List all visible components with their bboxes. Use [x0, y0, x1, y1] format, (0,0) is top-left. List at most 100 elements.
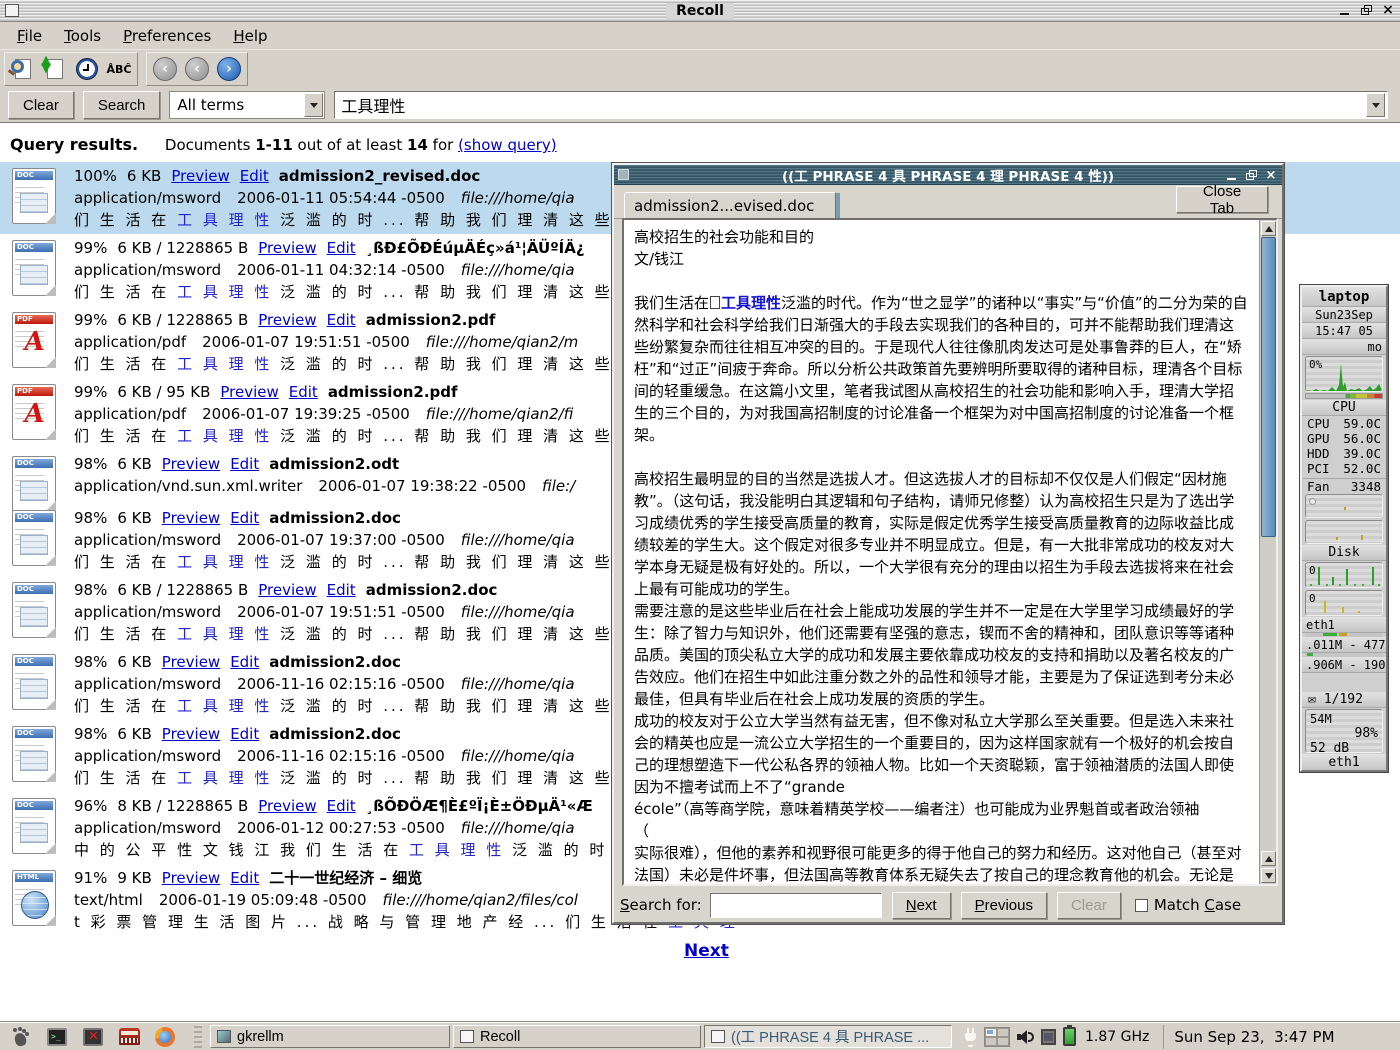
lock-screen-icon[interactable] [78, 1025, 108, 1049]
window-icon[interactable] [5, 4, 19, 17]
show-query-link[interactable]: (show query) [458, 136, 557, 154]
query-history-dropdown-icon[interactable] [1366, 93, 1385, 117]
edit-link[interactable]: Edit [327, 797, 356, 815]
next-page-icon[interactable]: › [214, 55, 244, 83]
close-button[interactable]: × [1380, 2, 1396, 18]
preview-link[interactable]: Preview [258, 239, 316, 257]
close-tab-button[interactable]: Close Tab [1176, 186, 1268, 213]
filetype-icon [12, 870, 56, 926]
minimize-button[interactable] [1336, 2, 1352, 18]
minimize-button[interactable] [1224, 168, 1238, 182]
next-page-link[interactable]: Next [684, 941, 729, 961]
filetype-icon [12, 312, 56, 368]
task-recoll[interactable]: Recoll [453, 1025, 701, 1048]
chevron-down-icon[interactable] [304, 93, 323, 117]
panel-handle[interactable] [194, 1026, 202, 1048]
cpu-monitor-icon[interactable] [1041, 1029, 1056, 1045]
temp-row: CPU59.0C [1302, 416, 1386, 431]
edit-link[interactable]: Edit [230, 455, 259, 473]
preview-link[interactable]: Preview [258, 581, 316, 599]
edit-link[interactable]: Edit [230, 725, 259, 743]
prev-page-icon[interactable]: ‹ [182, 55, 212, 83]
typewriter-icon[interactable] [114, 1025, 144, 1049]
preview-titlebar[interactable]: ((工 PHRASE 4 具 PHRASE 4 理 PHRASE 4 性)) × [614, 165, 1282, 185]
task-preview-window[interactable]: ((工 PHRASE 4 具 PHRASE ... [704, 1025, 952, 1048]
preview-scrollbar[interactable] [1259, 220, 1276, 884]
preview-window-title: ((工 PHRASE 4 具 PHRASE 4 理 PHRASE 4 性)) [782, 165, 1114, 185]
close-button[interactable]: × [1264, 168, 1278, 182]
disk-section-title: Disk [1302, 545, 1386, 561]
mem-battery-panel: 54M 98% 52 dB [1305, 709, 1383, 753]
edit-link[interactable]: Edit [230, 653, 259, 671]
battery-icon[interactable] [1063, 1027, 1076, 1046]
search-mode-select[interactable]: All terms [169, 91, 325, 119]
file-date: 2006-01-07 19:39:25 -0500 [202, 405, 410, 423]
edit-link[interactable]: Edit [230, 869, 259, 887]
file-url: file:///home/qia [461, 189, 575, 207]
filetype-icon [12, 510, 56, 566]
preview-link[interactable]: Preview [162, 653, 220, 671]
menu-help[interactable]: Help [224, 25, 276, 47]
document-history-icon[interactable] [72, 55, 102, 83]
match-case-checkbox[interactable] [1135, 899, 1148, 912]
preview-link[interactable]: Preview [220, 383, 278, 401]
edit-link[interactable]: Edit [230, 509, 259, 527]
edit-link[interactable]: Edit [327, 581, 356, 599]
filetype-icon [12, 168, 56, 224]
mime-type: application/msword [74, 261, 221, 279]
maximize-button[interactable] [1244, 168, 1258, 182]
edit-link[interactable]: Edit [327, 311, 356, 329]
edit-link[interactable]: Edit [327, 239, 356, 257]
gkrellm-footer: eth1 [1302, 754, 1386, 770]
preview-link[interactable]: Preview [162, 869, 220, 887]
search-input[interactable] [334, 91, 1388, 119]
menu-file[interactable]: File [8, 25, 51, 47]
menu-preferences[interactable]: Preferences [114, 25, 220, 47]
result-filename: admission2.pdf [366, 311, 496, 329]
scrollbar-thumb[interactable] [1261, 237, 1276, 537]
result-filename: admission2_revised.doc [279, 167, 481, 185]
preview-text-area[interactable]: 高校招生的社会功能和目的 文/钱江 我们生活在工具理性泛滥的时代。作为“世之显学… [622, 218, 1278, 886]
temp-row: HDD39.0C [1302, 446, 1386, 461]
restore-button[interactable] [1358, 2, 1374, 18]
find-previous-button[interactable]: Previous [961, 892, 1047, 919]
edit-link[interactable]: Edit [289, 383, 318, 401]
power-plug-icon[interactable] [965, 1028, 977, 1046]
file-size: 6 KB [127, 167, 161, 185]
sort-parameters-icon[interactable]: ▲▼ [40, 55, 70, 83]
find-next-button[interactable]: Next [892, 892, 951, 919]
terminal-icon[interactable]: >_ [42, 1025, 72, 1049]
clear-button[interactable]: Clear [8, 91, 74, 119]
edit-link[interactable]: Edit [240, 167, 269, 185]
gnome-foot-icon[interactable] [6, 1025, 36, 1049]
taskbar-clock[interactable]: Sun Sep 23, 3:47 PM [1163, 1025, 1344, 1049]
relevance-percent: 99% [74, 383, 107, 401]
firefox-icon[interactable] [150, 1025, 180, 1049]
preview-link[interactable]: Preview [258, 797, 316, 815]
scroll-down-icon[interactable] [1261, 868, 1276, 883]
result-filename: admission2.odt [269, 455, 399, 473]
scroll-up-icon[interactable] [1261, 851, 1276, 866]
file-size: 6 KB [117, 653, 151, 671]
scroll-up-icon[interactable] [1261, 221, 1276, 236]
first-page-icon[interactable]: ‹ [150, 55, 180, 83]
menu-tools[interactable]: Tools [55, 25, 110, 47]
preview-link[interactable]: Preview [171, 167, 229, 185]
preview-link[interactable]: Preview [258, 311, 316, 329]
find-clear-button[interactable]: Clear [1057, 892, 1121, 919]
window-icon[interactable] [618, 169, 629, 180]
preview-link[interactable]: Preview [162, 725, 220, 743]
tab-admission2[interactable]: admission2...evised.doc [624, 192, 836, 219]
preview-link[interactable]: Preview [162, 509, 220, 527]
advanced-search-icon[interactable] [8, 55, 38, 83]
preview-link[interactable]: Preview [162, 455, 220, 473]
find-input[interactable] [710, 893, 882, 918]
search-button[interactable]: Search [83, 91, 161, 119]
search-row: Clear Search All terms [0, 88, 1400, 122]
workspace-switcher[interactable] [984, 1027, 1010, 1047]
task-gkrellm[interactable]: gkrellm [210, 1025, 450, 1048]
volume-icon[interactable] [1017, 1029, 1034, 1045]
file-size: 6 KB / 1228865 B [117, 311, 248, 329]
term-explorer-icon[interactable]: ÅBĈ [104, 55, 134, 83]
mime-type: application/msword [74, 819, 221, 837]
